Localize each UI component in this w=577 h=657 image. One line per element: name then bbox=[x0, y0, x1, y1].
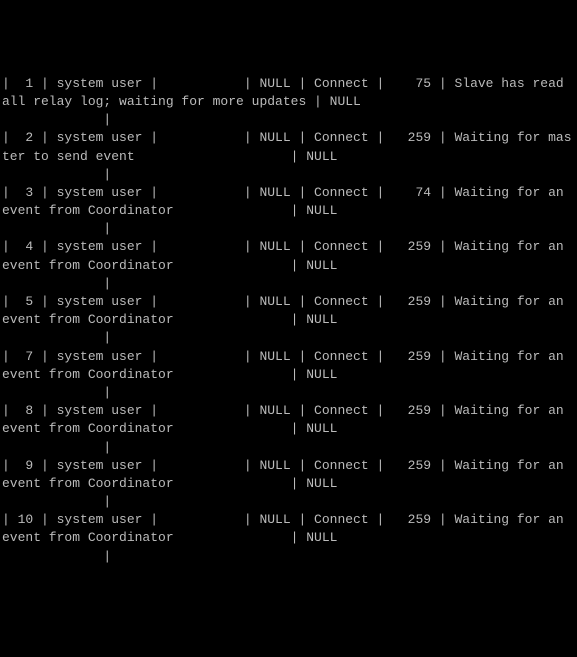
terminal-output: | 1 | system user | | NULL | Connect | 7… bbox=[2, 75, 575, 566]
